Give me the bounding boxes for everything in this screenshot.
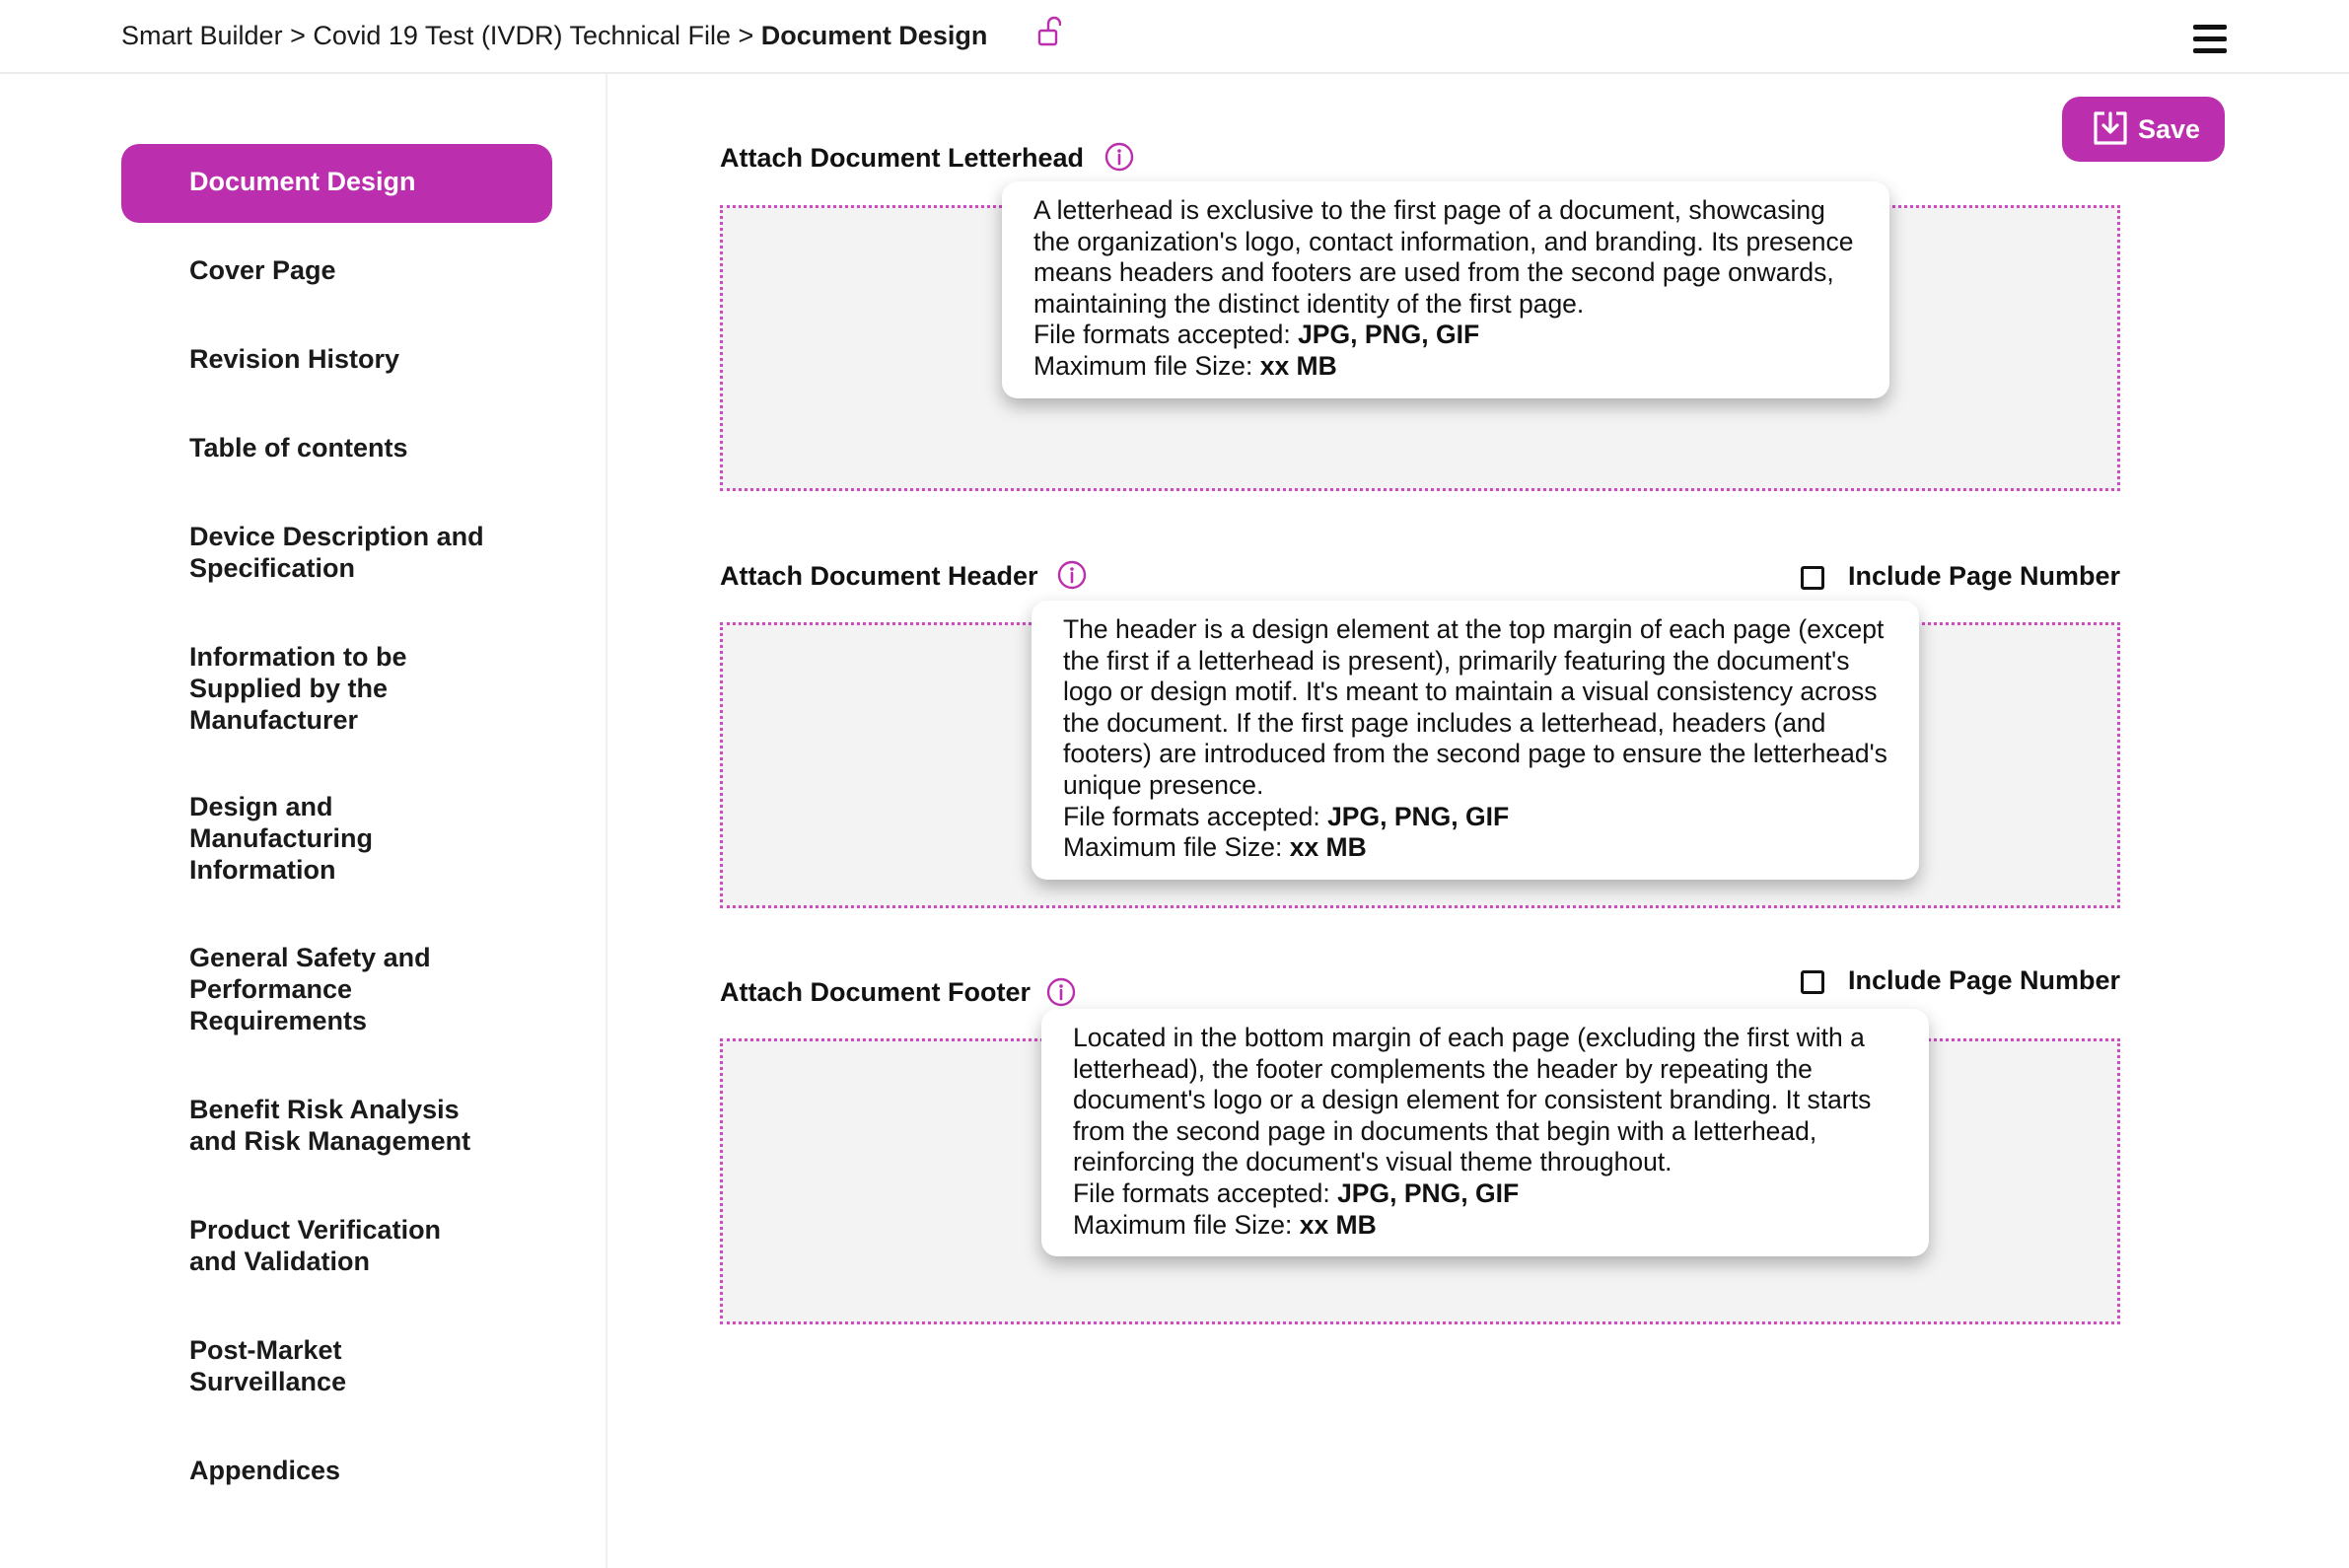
sidebar-divider [605,74,607,1568]
breadcrumb-current: Document Design [760,21,988,50]
sidebar-item-label: General Safety and Performance Requireme… [189,943,431,1035]
sidebar-item-label: Post-Market Surveillance [189,1335,347,1396]
sidebar-item-general-safety[interactable]: General Safety and Performance Requireme… [189,942,465,1036]
letterhead-tooltip: A letterhead is exclusive to the first p… [1002,181,1889,398]
sidebar-item-appendices[interactable]: Appendices [189,1455,495,1486]
breadcrumb-technical-file[interactable]: Covid 19 Test (IVDR) Technical File [313,21,731,50]
breadcrumb-separator: > [731,21,761,50]
sidebar-item-label: Table of contents [189,433,408,463]
tooltip-text: A letterhead is exclusive to the first p… [1033,195,1854,319]
footer-tooltip: Located in the bottom margin of each pag… [1041,1009,1929,1257]
unlock-icon[interactable] [1037,16,1061,47]
header-page-number-checkbox[interactable] [1801,566,1824,590]
tooltip-text: Located in the bottom margin of each pag… [1073,1023,1872,1177]
hamburger-menu-icon[interactable] [2193,25,2227,54]
save-button[interactable]: Save [2062,97,2225,162]
header-tooltip: The header is a design element at the to… [1032,601,1919,880]
tooltip-max-size: Maximum file Size: xx MB [1033,350,1337,381]
save-button-label: Save [2138,114,2201,144]
tooltip-max-size: Maximum file Size: xx MB [1073,1209,1377,1240]
checkbox-label: Include Page Number [1848,561,2121,591]
tooltip-max-size: Maximum file Size: xx MB [1063,832,1367,863]
tooltip-formats: File formats accepted: JPG, PNG, GIF [1033,320,1480,350]
sidebar-item-cover-page[interactable]: Cover Page [189,254,495,286]
sidebar-item-label: Document Design [189,167,416,196]
breadcrumb-separator: > [282,21,314,50]
info-icon[interactable] [1057,560,1087,590]
sidebar-item-label: Appendices [189,1456,341,1485]
letterhead-title: Attach Document Letterhead [720,143,1085,173]
sidebar-item-design-manufacturing[interactable]: Design and Manufacturing Information [189,791,426,886]
breadcrumb: Smart Builder > Covid 19 Test (IVDR) Tec… [121,18,987,53]
tooltip-formats: File formats accepted: JPG, PNG, GIF [1063,801,1510,831]
save-download-icon [2094,111,2127,145]
sidebar-item-table-of-contents[interactable]: Table of contents [189,432,495,463]
sidebar-item-product-verification[interactable]: Product Verification and Validation [189,1214,475,1277]
sidebar-item-post-market[interactable]: Post-Market Surveillance [189,1334,387,1397]
footer-page-number-checkbox[interactable] [1801,970,1824,994]
sidebar-item-information-supplied[interactable]: Information to be Supplied by the Manufa… [189,641,426,736]
sidebar-item-document-design[interactable]: Document Design [121,144,552,223]
sidebar-item-label: Revision History [189,344,400,374]
sidebar-item-label: Benefit Risk Analysis and Risk Managemen… [189,1095,471,1156]
tooltip-formats: File formats accepted: JPG, PNG, GIF [1073,1177,1520,1208]
info-icon[interactable] [1046,977,1076,1007]
sidebar-item-revision-history[interactable]: Revision History [189,343,495,375]
sidebar-item-label: Cover Page [189,255,336,285]
sidebar-item-label: Information to be Supplied by the Manufa… [189,642,407,735]
tooltip-text: The header is a design element at the to… [1063,614,1887,800]
breadcrumb-root[interactable]: Smart Builder [121,21,283,50]
sidebar-item-label: Device Description and Specification [189,522,484,583]
top-bar: Smart Builder > Covid 19 Test (IVDR) Tec… [0,0,2349,74]
checkbox-label: Include Page Number [1848,965,2121,995]
sidebar-item-benefit-risk[interactable]: Benefit Risk Analysis and Risk Managemen… [189,1094,485,1157]
info-icon[interactable] [1104,142,1134,172]
sidebar-item-device-description[interactable]: Device Description and Specification [189,521,495,584]
header-title: Attach Document Header [720,561,1038,591]
sidebar-item-label: Design and Manufacturing Information [189,792,373,885]
footer-title: Attach Document Footer [720,977,1032,1007]
sidebar-item-label: Product Verification and Validation [189,1215,442,1276]
